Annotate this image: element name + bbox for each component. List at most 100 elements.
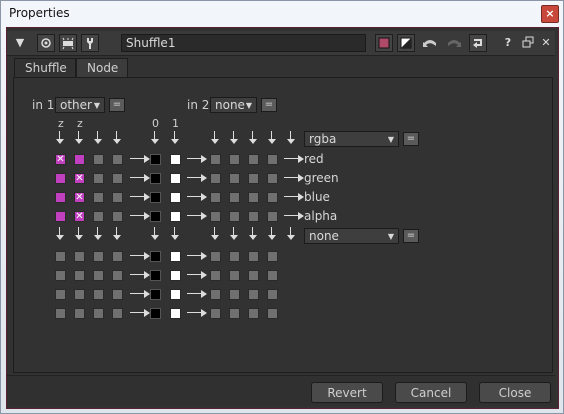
- channel-toggle[interactable]: [93, 173, 104, 184]
- channel-toggle[interactable]: [248, 154, 259, 165]
- channel-toggle[interactable]: [93, 251, 104, 262]
- channel-toggle[interactable]: [248, 289, 259, 300]
- out2-select[interactable]: none ▼: [304, 228, 399, 244]
- redo-icon[interactable]: [445, 34, 463, 52]
- channel-toggle-one[interactable]: [170, 211, 181, 222]
- channel-toggle[interactable]: [112, 270, 123, 281]
- channel-toggle[interactable]: [229, 211, 240, 222]
- channel-toggle[interactable]: [229, 192, 240, 203]
- channel-toggle[interactable]: [229, 154, 240, 165]
- channel-toggle[interactable]: [74, 154, 85, 165]
- channel-toggle-zero[interactable]: [150, 251, 161, 262]
- channel-toggle[interactable]: [229, 173, 240, 184]
- channel-toggle[interactable]: [267, 270, 278, 281]
- channel-toggle[interactable]: [112, 173, 123, 184]
- channel-toggle[interactable]: [248, 251, 259, 262]
- channel-toggle[interactable]: [112, 251, 123, 262]
- wrench-icon[interactable]: [81, 34, 99, 52]
- channel-toggle[interactable]: [55, 192, 66, 203]
- in2-equal-button[interactable]: =: [261, 98, 277, 112]
- channel-toggle[interactable]: [210, 308, 221, 319]
- channel-toggle-x[interactable]: ✕: [74, 173, 85, 184]
- revert-icon[interactable]: [469, 34, 487, 52]
- node-name-input[interactable]: Shuffle1: [121, 34, 366, 52]
- channel-toggle[interactable]: [267, 289, 278, 300]
- tab-node[interactable]: Node: [76, 58, 128, 77]
- channel-toggle-zero[interactable]: [150, 173, 161, 184]
- channel-toggle[interactable]: [93, 308, 104, 319]
- centipede-icon[interactable]: [59, 34, 77, 52]
- channel-toggle-zero[interactable]: [150, 192, 161, 203]
- channel-toggle-one[interactable]: [170, 308, 181, 319]
- channel-toggle[interactable]: [74, 270, 85, 281]
- channel-toggle[interactable]: [93, 211, 104, 222]
- channel-toggle[interactable]: [248, 192, 259, 203]
- channel-toggle-one[interactable]: [170, 289, 181, 300]
- mask-icon[interactable]: [397, 34, 415, 52]
- channel-toggle[interactable]: [112, 211, 123, 222]
- channel-toggle[interactable]: [74, 308, 85, 319]
- window-close-button[interactable]: ×: [541, 5, 559, 23]
- collapse-triangle-icon[interactable]: ▼: [11, 34, 29, 52]
- channel-toggle-zero[interactable]: [150, 289, 161, 300]
- channel-toggle[interactable]: [248, 308, 259, 319]
- channel-toggle-one[interactable]: [170, 251, 181, 262]
- channel-toggle-one[interactable]: [170, 192, 181, 203]
- revert-button[interactable]: Revert: [311, 382, 383, 403]
- channel-toggle[interactable]: [112, 154, 123, 165]
- channel-toggle[interactable]: [74, 289, 85, 300]
- channel-toggle[interactable]: [229, 270, 240, 281]
- channel-toggle[interactable]: [267, 251, 278, 262]
- channel-toggle[interactable]: [210, 289, 221, 300]
- channel-toggle[interactable]: [55, 251, 66, 262]
- help-icon[interactable]: ?: [499, 34, 517, 52]
- channel-toggle[interactable]: [55, 270, 66, 281]
- channel-toggle[interactable]: [112, 192, 123, 203]
- channel-toggle[interactable]: [210, 192, 221, 203]
- viewer-circle-icon[interactable]: [37, 34, 55, 52]
- channel-toggle[interactable]: [55, 308, 66, 319]
- channel-toggle[interactable]: [55, 173, 66, 184]
- channel-toggle[interactable]: [229, 289, 240, 300]
- close-button[interactable]: Close: [479, 382, 551, 403]
- channel-toggle-zero[interactable]: [150, 308, 161, 319]
- channel-toggle[interactable]: [93, 289, 104, 300]
- channel-toggle-x[interactable]: ✕: [74, 211, 85, 222]
- float-icon[interactable]: [519, 34, 537, 52]
- channel-toggle[interactable]: [55, 289, 66, 300]
- channel-toggle-x[interactable]: ✕: [55, 154, 66, 165]
- channel-toggle[interactable]: [210, 211, 221, 222]
- channel-toggle[interactable]: [248, 211, 259, 222]
- in1-select[interactable]: other ▼: [55, 97, 105, 113]
- channel-toggle[interactable]: [267, 154, 278, 165]
- close-icon[interactable]: ✕: [537, 34, 555, 52]
- undo-icon[interactable]: [421, 34, 439, 52]
- channel-toggle[interactable]: [229, 251, 240, 262]
- out1-equal-button[interactable]: =: [403, 132, 419, 146]
- window-titlebar[interactable]: Properties ×: [1, 1, 563, 25]
- channel-toggle[interactable]: [74, 251, 85, 262]
- cancel-button[interactable]: Cancel: [395, 382, 467, 403]
- channel-toggle[interactable]: [55, 211, 66, 222]
- channel-toggle[interactable]: [229, 308, 240, 319]
- channel-toggle-zero[interactable]: [150, 154, 161, 165]
- channel-toggle[interactable]: [93, 154, 104, 165]
- in2-select[interactable]: none ▼: [210, 97, 257, 113]
- channel-toggle[interactable]: [112, 308, 123, 319]
- color-swatch-icon[interactable]: [375, 34, 393, 52]
- channel-toggle[interactable]: [267, 211, 278, 222]
- channel-toggle[interactable]: [210, 251, 221, 262]
- tab-shuffle[interactable]: Shuffle: [14, 58, 76, 78]
- channel-toggle-zero[interactable]: [150, 211, 161, 222]
- channel-toggle[interactable]: [93, 192, 104, 203]
- channel-toggle[interactable]: [267, 173, 278, 184]
- channel-toggle[interactable]: [210, 270, 221, 281]
- channel-toggle-x[interactable]: ✕: [74, 192, 85, 203]
- channel-toggle[interactable]: [267, 308, 278, 319]
- in1-equal-button[interactable]: =: [109, 98, 125, 112]
- channel-toggle-one[interactable]: [170, 173, 181, 184]
- channel-toggle[interactable]: [93, 270, 104, 281]
- channel-toggle[interactable]: [112, 289, 123, 300]
- channel-toggle[interactable]: [248, 173, 259, 184]
- channel-toggle[interactable]: [210, 154, 221, 165]
